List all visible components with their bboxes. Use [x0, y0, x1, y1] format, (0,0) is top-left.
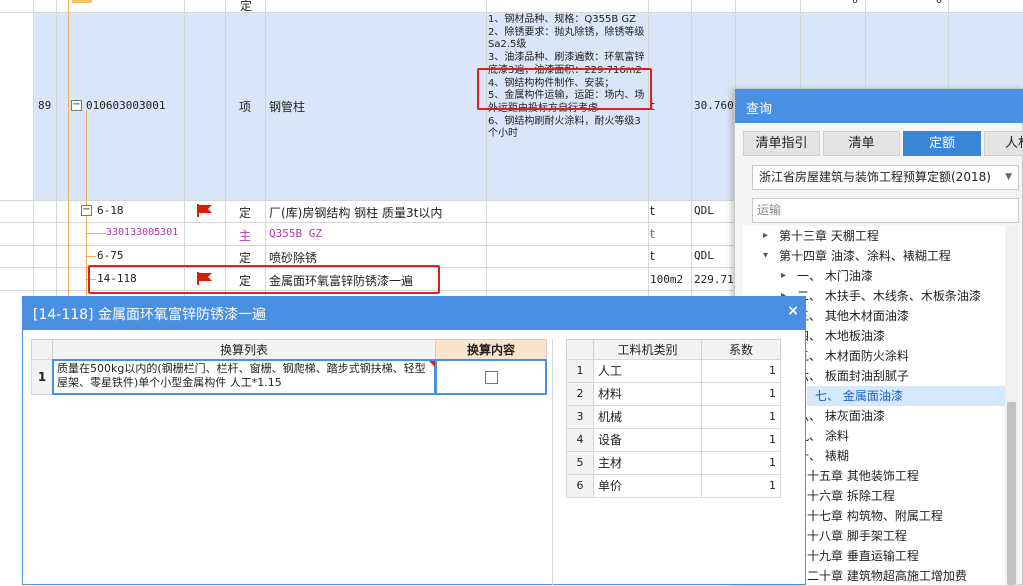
- tree-item-label: 第十四章 油漆、涂料、裱糊工程: [779, 249, 951, 263]
- scrollbar-thumb[interactable]: [1007, 402, 1016, 585]
- conv-row-text[interactable]: 质量在500kg以内的(钢栅栏门、栏杆、窗栅、钢爬梯、踏步式钢扶梯、轻型屋架、零…: [52, 359, 436, 395]
- quota-library-select[interactable]: 浙江省房屋建筑与装饰工程预算定额(2018) ▼: [752, 165, 1019, 190]
- tree-item[interactable]: ▸ 一、 木门油漆: [743, 266, 1005, 286]
- coef-row-value[interactable]: 1: [701, 382, 781, 406]
- tree-item-label: 四、 木地板油漆: [797, 329, 885, 343]
- sub-quantity[interactable]: QDL: [694, 204, 714, 217]
- coef-row-no: 5: [566, 451, 594, 475]
- query-tabs: 清单指引 清单 定额 人材: [743, 131, 1023, 156]
- tree-item[interactable]: 七、 金属面油漆: [807, 386, 1005, 406]
- coef-row-category: 单价: [593, 474, 702, 498]
- tree-item-label: 一、 木门油漆: [797, 269, 873, 283]
- coef-row-no: 1: [566, 359, 594, 383]
- coef-row-value[interactable]: 1: [701, 405, 781, 429]
- collapse-toggle-icon[interactable]: −: [81, 205, 92, 216]
- sub-unit: t: [650, 249, 655, 263]
- item-type: 项: [239, 100, 252, 114]
- tab-list-guide[interactable]: 清单指引: [743, 131, 820, 156]
- sub-type: 主: [239, 229, 252, 243]
- sub-type: 定: [239, 206, 252, 220]
- sub-name[interactable]: 喷砂除锈: [269, 249, 317, 266]
- conversion-dialog: [14-118] 金属面环氧富锌防锈漆一遍 × 换算列表 换算内容 1 质量在5…: [22, 296, 806, 585]
- tree-item-label: 五、 木材面防火涂料: [797, 349, 909, 363]
- conv-header-content: 换算内容: [435, 339, 547, 360]
- chevron-down-icon: ▼: [1005, 172, 1012, 182]
- tree-item-label: 三、 其他木材面油漆: [797, 309, 909, 323]
- tab-list[interactable]: 清单: [823, 131, 900, 156]
- coef-row-value[interactable]: 1: [701, 451, 781, 475]
- coef-header-category: 工料机类别: [593, 339, 702, 360]
- tree-item-label: 七、 金属面油漆: [815, 389, 903, 403]
- sub-unit: t: [650, 227, 655, 241]
- sub-name[interactable]: Q355B GZ: [269, 227, 322, 240]
- row-index: 89: [38, 99, 52, 112]
- tree-item[interactable]: ▸ 第十三章 天棚工程: [743, 226, 1005, 246]
- coef-row-category: 材料: [593, 382, 702, 406]
- tab-materials[interactable]: 人材: [984, 131, 1023, 156]
- quota-library-value: 浙江省房屋建筑与装饰工程预算定额(2018): [759, 170, 991, 184]
- tree-item-label: 十八章 脚手架工程: [807, 529, 907, 543]
- top-row-type: 定: [240, 0, 253, 13]
- sub-quantity[interactable]: 229.716: [694, 273, 734, 286]
- conv-corner: [31, 339, 53, 360]
- tree-item-label: 二、 木扶手、木线条、木板条油漆: [797, 289, 981, 303]
- conv-row-cell[interactable]: [435, 359, 547, 395]
- item-code[interactable]: 010603003001: [86, 99, 165, 112]
- conv-row-no: 1: [31, 359, 53, 395]
- tab-quota[interactable]: 定额: [903, 131, 981, 156]
- sub-code[interactable]: 330133005301: [106, 227, 178, 238]
- coef-corner: [566, 339, 594, 360]
- chevron-right-icon[interactable]: ▸: [781, 266, 786, 286]
- coef-row-category: 设备: [593, 428, 702, 452]
- top-row-value-1: 0: [852, 0, 859, 6]
- tree-item-label: 十六章 拆除工程: [807, 489, 895, 503]
- sub-code[interactable]: 6-18: [97, 204, 124, 217]
- coef-row-category: 人工: [593, 359, 702, 383]
- conv-checkbox[interactable]: [485, 371, 498, 384]
- coef-row-no: 2: [566, 382, 594, 406]
- top-row-value-2: 0: [936, 0, 943, 6]
- row-red-highlight: [88, 265, 440, 294]
- tree-item-label: 八、 抹灰面油漆: [797, 409, 885, 423]
- coef-row-no: 6: [566, 474, 594, 498]
- tree-item-label: 十五章 其他装饰工程: [807, 469, 919, 483]
- search-input[interactable]: 运输: [752, 198, 1019, 223]
- description-red-highlight: [477, 68, 652, 110]
- query-title: 查询: [735, 89, 1023, 123]
- coef-row-value[interactable]: 1: [701, 474, 781, 498]
- tree-item-label: 六、 板面封油刮腻子: [797, 369, 909, 383]
- item-name[interactable]: 钢管柱: [269, 98, 305, 115]
- collapse-toggle-icon[interactable]: −: [71, 100, 82, 111]
- conv-header-list: 换算列表: [52, 339, 436, 360]
- coef-header-value: 系数: [701, 339, 781, 360]
- sub-unit: 100m2: [650, 273, 684, 286]
- chevron-down-icon[interactable]: ▾: [763, 246, 768, 266]
- tree-scrollbar[interactable]: [1005, 226, 1018, 585]
- coef-row-category: 机械: [593, 405, 702, 429]
- tree-item[interactable]: ▾ 第十四章 油漆、涂料、裱糊工程: [743, 246, 1005, 266]
- sub-type: 定: [239, 251, 252, 265]
- flag-icon: [197, 204, 212, 217]
- sub-unit: t: [650, 204, 655, 218]
- sub-code[interactable]: 6-75: [97, 249, 124, 262]
- coef-row-no: 4: [566, 428, 594, 452]
- tree-item-label: 十七章 构筑物、附属工程: [807, 509, 943, 523]
- coef-row-value[interactable]: 1: [701, 359, 781, 383]
- sub-name[interactable]: 厂(库)房钢结构 钢柱 质量3t以内: [269, 204, 442, 221]
- coef-row-value[interactable]: 1: [701, 428, 781, 452]
- tree-item-label: 第十三章 天棚工程: [779, 229, 879, 243]
- chevron-right-icon[interactable]: ▸: [763, 226, 768, 246]
- tree-item-label: 二十章 建筑物超高施工增加费: [807, 569, 967, 583]
- sub-quantity[interactable]: QDL: [694, 249, 714, 262]
- coef-row-category: 主材: [593, 451, 702, 475]
- tree-item-label: 十九章 垂直运输工程: [807, 549, 919, 563]
- close-icon[interactable]: ×: [787, 303, 799, 319]
- dialog-title: [14-118] 金属面环氧富锌防锈漆一遍: [23, 297, 805, 330]
- item-quantity[interactable]: 30.760: [694, 99, 734, 112]
- coef-row-no: 3: [566, 405, 594, 429]
